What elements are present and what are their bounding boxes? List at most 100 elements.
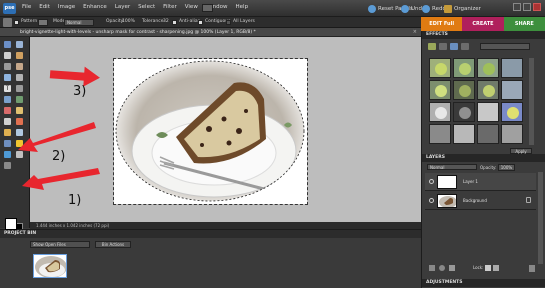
red-eye-tool-icon[interactable] — [4, 107, 11, 114]
layer-mask-icon[interactable] — [449, 265, 455, 271]
layer-1-thumbnail — [437, 175, 457, 189]
minimize-button[interactable] — [513, 3, 521, 11]
layer-styles-tab-icon[interactable] — [439, 43, 447, 50]
effect-thumbnail[interactable] — [429, 80, 451, 100]
selection-brush-tool-icon[interactable] — [16, 74, 23, 81]
paint-bucket-tool-icon-selected[interactable] — [4, 140, 11, 147]
image-canvas[interactable] — [113, 58, 308, 205]
foreground-color-swatch[interactable] — [5, 218, 17, 230]
visibility-eye-icon[interactable] — [429, 198, 434, 203]
tab-create[interactable]: CREATE — [462, 17, 504, 31]
blend-mode-select[interactable]: Normal — [427, 164, 477, 170]
layers-scrollbar[interactable] — [538, 172, 543, 264]
menu-enhance[interactable]: Enhance — [83, 4, 107, 10]
pattern-checkbox[interactable] — [14, 20, 19, 25]
effect-thumbnail[interactable] — [453, 124, 475, 144]
tolerance-value[interactable]: 32 — [163, 19, 169, 24]
effect-thumbnail[interactable] — [477, 80, 499, 100]
marquee-tool-icon[interactable] — [4, 63, 11, 70]
shape-tool-icon[interactable] — [4, 151, 11, 158]
pattern-picker[interactable] — [38, 19, 48, 26]
effects-category-select[interactable] — [480, 43, 530, 50]
effect-thumbnail[interactable] — [453, 80, 475, 100]
effects-scrollbar[interactable] — [529, 58, 534, 145]
menu-image[interactable]: Image — [58, 4, 75, 10]
contiguous-checkbox[interactable] — [198, 20, 203, 25]
effect-thumbnail[interactable] — [477, 58, 499, 78]
lasso-tool-icon[interactable] — [16, 63, 23, 70]
tab-share[interactable]: SHARE — [503, 17, 545, 31]
project-bin-header[interactable]: PROJECT BIN — [0, 230, 421, 238]
effect-thumbnail[interactable] — [501, 124, 523, 144]
menu-layer[interactable]: Layer — [115, 4, 130, 10]
bin-actions-button[interactable]: Bin Actions — [95, 241, 131, 248]
blur-tool-icon[interactable] — [16, 151, 23, 158]
redo-button[interactable]: Redo — [422, 3, 446, 14]
effect-thumbnail[interactable] — [501, 102, 523, 122]
layer-row-layer-1[interactable]: Layer 1 — [425, 173, 536, 191]
menu-edit[interactable]: Edit — [39, 4, 50, 10]
document-tab[interactable]: bright-vignette-light-with-levels - unsh… — [0, 28, 421, 37]
delete-layer-icon[interactable] — [529, 265, 535, 272]
photo-effects-tab-icon[interactable] — [450, 43, 458, 50]
effects-panel-header[interactable]: EFFECTS — [422, 31, 545, 39]
layer-row-background[interactable]: Background — [425, 192, 536, 210]
lock-transparency-icon[interactable] — [485, 265, 491, 271]
menu-help[interactable]: Help — [236, 4, 249, 10]
effect-thumbnail[interactable] — [429, 124, 451, 144]
menu-view[interactable]: View — [185, 4, 198, 10]
organizer-button[interactable]: Organizer — [444, 3, 481, 14]
smart-brush-tool-icon[interactable] — [16, 129, 23, 136]
visibility-eye-icon[interactable] — [429, 179, 434, 184]
effect-thumbnail[interactable] — [453, 58, 475, 78]
layer-opacity-value[interactable]: 100% — [497, 164, 516, 171]
all-effects-tab-icon[interactable] — [461, 43, 469, 50]
zoom-tool-icon[interactable] — [16, 41, 23, 48]
filters-tab-icon[interactable] — [428, 43, 436, 50]
spot-healing-tool-icon[interactable] — [16, 107, 23, 114]
lock-all-icon[interactable] — [493, 265, 499, 271]
maximize-button[interactable] — [523, 3, 531, 11]
new-layer-icon[interactable] — [429, 265, 435, 271]
undo-icon — [401, 4, 409, 13]
paint-bucket-tool-icon — [3, 18, 12, 27]
effect-thumbnail[interactable] — [477, 124, 499, 144]
anti-alias-checkbox[interactable] — [172, 20, 177, 25]
brush-tool-icon[interactable] — [4, 129, 11, 136]
eraser-tool-icon[interactable] — [16, 118, 23, 125]
magic-wand-tool-icon[interactable] — [4, 74, 11, 81]
layout-icon[interactable] — [202, 4, 213, 12]
close-document-icon[interactable]: × — [413, 29, 417, 35]
effect-thumbnail[interactable] — [429, 102, 451, 122]
move-tool-icon[interactable] — [4, 41, 11, 48]
cookie-cutter-tool-icon[interactable] — [4, 96, 11, 103]
opacity-value[interactable]: 100% — [122, 19, 135, 24]
type-tool-icon[interactable]: T — [4, 85, 11, 92]
menu-filter[interactable]: Filter — [163, 4, 177, 10]
adjustments-title: ADJUSTMENTS — [426, 280, 463, 285]
effect-thumbnail[interactable] — [501, 80, 523, 100]
menu-select[interactable]: Select — [138, 4, 155, 10]
eyedropper-tool-icon[interactable] — [16, 52, 23, 59]
close-window-button[interactable] — [533, 3, 541, 11]
effect-thumbnail[interactable] — [453, 102, 475, 122]
all-layers-checkbox[interactable] — [226, 20, 231, 25]
show-files-select[interactable]: Show Open Files — [30, 241, 90, 248]
layers-panel-header[interactable]: LAYERS — [422, 154, 545, 162]
hand-tool-icon[interactable] — [4, 52, 11, 59]
effect-thumbnail[interactable] — [501, 58, 523, 78]
clone-stamp-tool-icon[interactable] — [4, 118, 11, 125]
tab-edit[interactable]: EDIT Full — [421, 17, 463, 31]
crop-tool-icon[interactable] — [16, 85, 23, 92]
effects-thumbnail-grid — [429, 58, 525, 144]
mode-select[interactable]: Normal — [64, 19, 94, 26]
menu-file[interactable]: File — [22, 4, 31, 10]
effect-thumbnail[interactable] — [477, 102, 499, 122]
sponge-tool-icon[interactable] — [4, 162, 11, 169]
effect-thumbnail[interactable] — [429, 58, 451, 78]
straighten-tool-icon[interactable] — [16, 96, 23, 103]
gradient-tool-icon[interactable] — [16, 140, 23, 147]
project-bin-thumbnail[interactable] — [33, 254, 67, 278]
adjustment-layer-icon[interactable] — [439, 265, 445, 271]
adjustments-panel-header[interactable]: ADJUSTMENTS — [422, 279, 545, 287]
